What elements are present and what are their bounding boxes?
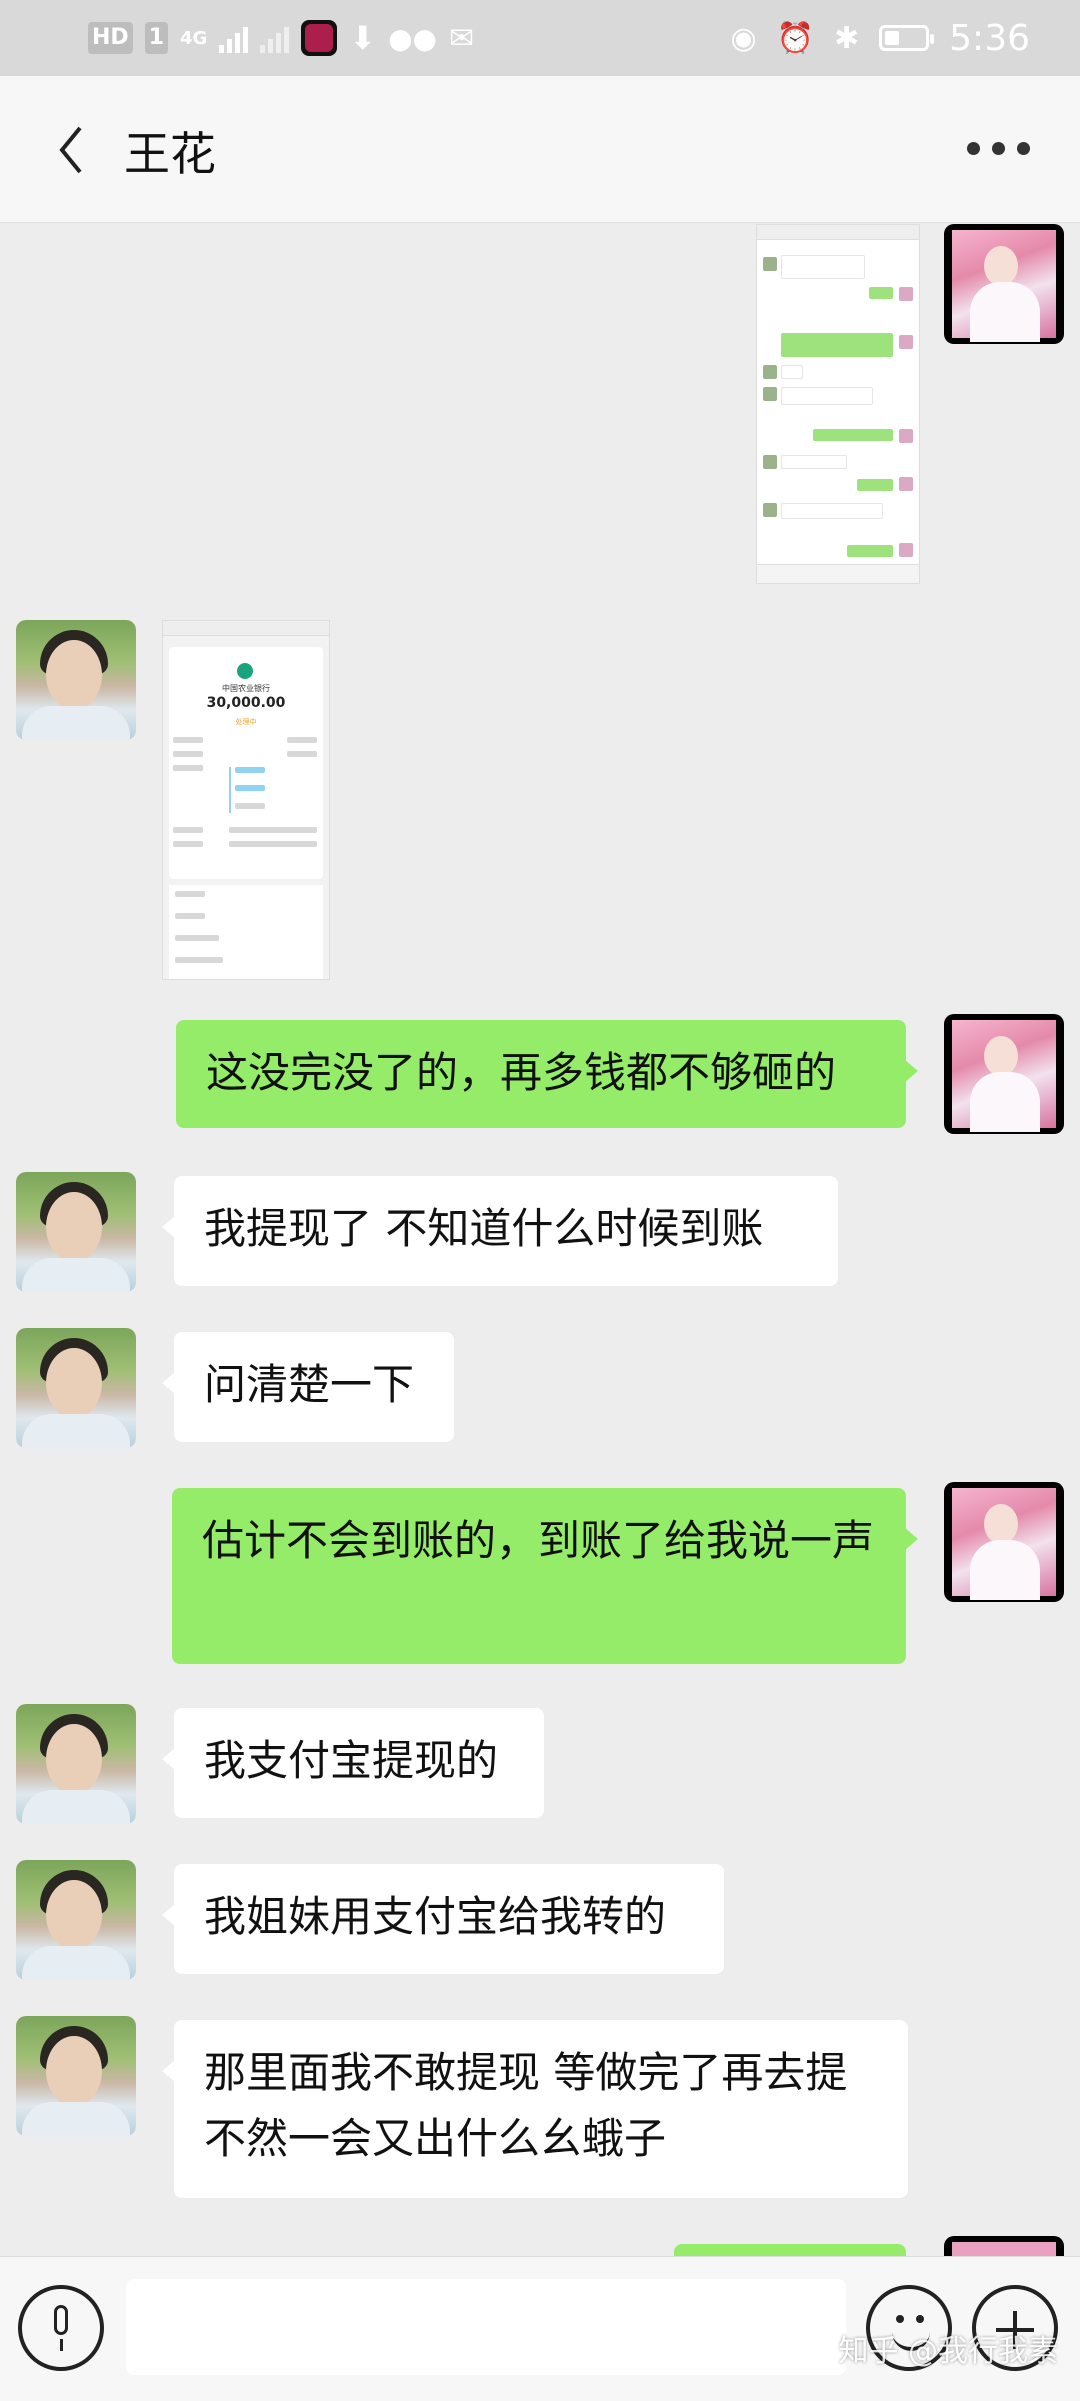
status-time: 5:36	[949, 17, 1030, 59]
chat-title: 王花	[124, 127, 216, 181]
message-bubble-incoming[interactable]: 我提现了 不知道什么时候到账	[162, 1176, 838, 1286]
my-avatar-partial[interactable]	[944, 2236, 1064, 2256]
battery-icon	[879, 25, 935, 51]
chevron-left-icon[interactable]	[52, 120, 92, 180]
status-bar: HD 1 4G ⬇ ●● ✉ ◉ ⏰ ✱ 5:36	[0, 0, 1080, 76]
transfer-receipt-image[interactable]: 中国农业银行 30,000.00 处理中	[162, 620, 330, 980]
message-bubble-incoming[interactable]: 那里面我不敢提现 等做完了再去提 不然一会又出什么幺蛾子	[162, 2020, 908, 2198]
watermark: 知乎 @我行我素	[838, 2334, 1058, 2369]
receipt-amount: 30,000.00	[206, 695, 286, 711]
message-bubble-incoming[interactable]: 我姐妹用支付宝给我转的	[162, 1864, 724, 1974]
status-right: ◉ ⏰ ✱ 5:36	[730, 14, 1030, 62]
microphone-icon[interactable]	[18, 2285, 104, 2371]
network-badge: HD	[88, 22, 133, 54]
chat-screenshot-image[interactable]	[756, 224, 920, 584]
message-bubble-outgoing[interactable]: 估计不会到账的，到账了给我说一声	[172, 1488, 918, 1664]
signal-icon	[219, 23, 249, 53]
network-type: 4G	[180, 27, 208, 49]
message-input[interactable]	[126, 2279, 846, 2375]
more-dots-icon[interactable]	[967, 142, 1030, 155]
message-bubble-incoming[interactable]: 我支付宝提现的	[162, 1708, 544, 1818]
eye-icon: ◉	[730, 20, 757, 56]
receipt-bank-name: 中国农业银行	[222, 684, 270, 693]
receipt-header	[163, 621, 329, 636]
contact-avatar[interactable]	[16, 1860, 136, 1980]
screenshot-header	[757, 225, 919, 240]
message-bubble-incoming[interactable]: 问清楚一下	[162, 1332, 454, 1442]
bank-logo-icon	[237, 663, 253, 679]
message-bubble-outgoing[interactable]: 这没完没了的，再多钱都不够砸的	[176, 1020, 918, 1128]
bluetooth-icon: ✱	[834, 20, 860, 56]
my-avatar[interactable]	[944, 1482, 1064, 1602]
tiktok-icon	[301, 20, 338, 56]
mail-icon: ✉	[449, 20, 475, 56]
receipt-status: 处理中	[235, 718, 257, 726]
my-avatar[interactable]	[944, 224, 1064, 344]
sim-number: 1	[144, 22, 168, 54]
status-left: HD 1 4G ⬇ ●● ✉	[88, 16, 474, 60]
wechat-icon: ●●	[388, 21, 437, 55]
contact-avatar[interactable]	[16, 2016, 136, 2136]
signal-2-icon	[260, 23, 290, 53]
contact-avatar[interactable]	[16, 1328, 136, 1448]
contact-avatar[interactable]	[16, 620, 136, 740]
chat-header: 王花	[0, 76, 1080, 223]
contact-avatar[interactable]	[16, 1172, 136, 1292]
my-avatar[interactable]	[944, 1014, 1064, 1134]
contact-avatar[interactable]	[16, 1704, 136, 1824]
message-bubble-outgoing-partial[interactable]	[674, 2244, 906, 2256]
alarm-icon: ⏰	[776, 20, 815, 56]
download-icon: ⬇	[349, 19, 377, 57]
